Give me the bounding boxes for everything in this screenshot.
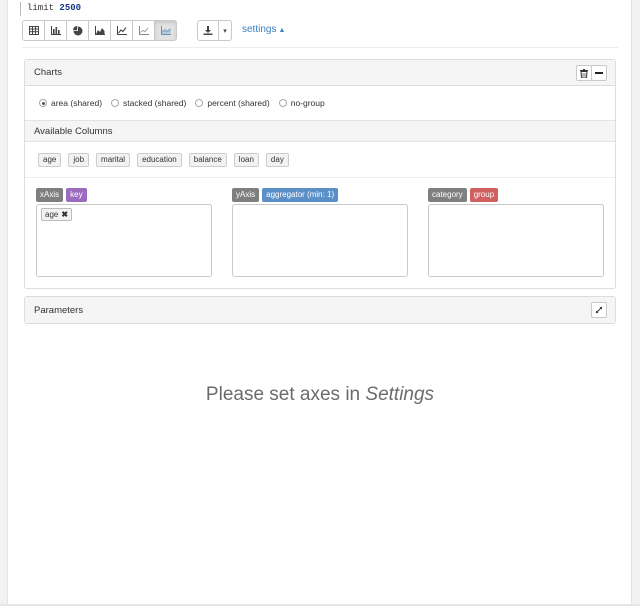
download-icon bbox=[203, 26, 213, 35]
query-number: 2500 bbox=[59, 3, 82, 13]
yaxis-label: yAxis bbox=[232, 188, 260, 202]
chevron-up-icon: ▲ bbox=[278, 27, 286, 34]
query-keyword: limit bbox=[27, 3, 55, 13]
parameters-panel-title: Parameters bbox=[34, 304, 84, 316]
category-labels: category group bbox=[428, 188, 604, 202]
charts-panel: Charts area (shared) stacked (shared) pe… bbox=[24, 59, 616, 289]
right-scrollbar[interactable] bbox=[631, 0, 640, 606]
stacked-area-chart-icon bbox=[160, 26, 171, 35]
area-shared-option[interactable]: area (shared) bbox=[39, 98, 102, 108]
xaxis-drop-zone[interactable]: age ✖ bbox=[36, 204, 212, 277]
scatter-chart-button[interactable] bbox=[132, 20, 155, 41]
category-group-badge: group bbox=[469, 188, 499, 202]
delete-chart-button[interactable] bbox=[576, 65, 592, 81]
empty-state-emphasis: Settings bbox=[365, 384, 435, 405]
download-dropdown-button[interactable]: ▾ bbox=[218, 20, 232, 41]
stacked-area-chart-button[interactable] bbox=[154, 20, 177, 41]
xaxis-section: xAxis key age ✖ bbox=[36, 188, 212, 277]
column-tag-job[interactable]: job bbox=[68, 152, 90, 167]
expand-parameters-button[interactable] bbox=[591, 302, 607, 318]
area-shared-radio[interactable] bbox=[39, 99, 47, 107]
download-button[interactable] bbox=[197, 20, 219, 41]
remove-icon[interactable]: ✖ bbox=[61, 209, 68, 220]
area-chart-button[interactable] bbox=[88, 20, 111, 41]
percent-shared-label: percent (shared) bbox=[207, 98, 270, 108]
available-columns-list: age job marital education balance loan d… bbox=[25, 142, 615, 178]
no-group-label: no-group bbox=[290, 98, 325, 108]
column-tag-balance[interactable]: balance bbox=[188, 152, 227, 167]
xaxis-key-badge: key bbox=[66, 188, 87, 202]
axis-configuration: xAxis key age ✖ yAxis aggregator (min: 1… bbox=[25, 178, 615, 290]
trash-icon bbox=[580, 68, 588, 78]
yaxis-aggregator-badge: aggregator (min: 1) bbox=[262, 188, 339, 202]
settings-label: settings bbox=[242, 24, 277, 35]
no-group-radio[interactable] bbox=[278, 99, 287, 107]
category-drop-zone[interactable] bbox=[428, 204, 604, 277]
settings-toggle-link[interactable]: settings ▲ bbox=[242, 24, 285, 35]
column-tag-loan[interactable]: loan bbox=[233, 152, 259, 167]
area-chart-icon bbox=[94, 26, 105, 35]
parameters-panel-heading: Parameters bbox=[25, 297, 615, 323]
available-columns-title: Available Columns bbox=[34, 125, 113, 137]
xaxis-label: xAxis bbox=[36, 188, 64, 202]
stacked-shared-label: stacked (shared) bbox=[123, 98, 187, 108]
xaxis-chip-age: age ✖ bbox=[41, 208, 73, 221]
pie-chart-button[interactable] bbox=[66, 20, 89, 41]
left-frame bbox=[0, 0, 8, 606]
divider bbox=[22, 47, 618, 48]
area-shared-label: area (shared) bbox=[51, 98, 103, 108]
table-icon bbox=[28, 26, 39, 35]
category-section: category group bbox=[428, 188, 604, 277]
table-view-button[interactable] bbox=[22, 20, 45, 41]
no-group-option[interactable]: no-group bbox=[278, 98, 325, 108]
scatter-chart-icon bbox=[138, 26, 149, 35]
yaxis-drop-zone[interactable] bbox=[232, 204, 408, 277]
expand-icon bbox=[595, 306, 603, 314]
bar-chart-icon bbox=[50, 26, 61, 35]
view-button-group bbox=[22, 20, 177, 41]
column-tag-marital[interactable]: marital bbox=[96, 152, 131, 167]
column-tag-age[interactable]: age bbox=[38, 152, 62, 167]
parameters-panel: Parameters bbox=[24, 296, 616, 324]
yaxis-labels: yAxis aggregator (min: 1) bbox=[232, 188, 408, 202]
minus-icon bbox=[595, 72, 603, 74]
stacked-shared-radio[interactable] bbox=[111, 99, 120, 107]
download-button-group: ▾ bbox=[197, 20, 232, 41]
empty-state-message: Please set axes in Settings bbox=[0, 384, 640, 406]
column-tag-education[interactable]: education bbox=[137, 152, 182, 167]
charts-panel-title: Charts bbox=[34, 67, 62, 78]
line-chart-button[interactable] bbox=[110, 20, 133, 41]
percent-shared-option[interactable]: percent (shared) bbox=[195, 98, 270, 108]
xaxis-chip-label: age bbox=[45, 210, 59, 219]
percent-shared-radio[interactable] bbox=[195, 99, 204, 107]
charts-panel-heading: Charts bbox=[25, 60, 615, 86]
chevron-down-icon: ▾ bbox=[223, 27, 227, 35]
bar-chart-button[interactable] bbox=[44, 20, 67, 41]
xaxis-labels: xAxis key bbox=[36, 188, 212, 202]
empty-state-prefix: Please set axes in bbox=[205, 384, 361, 405]
pie-chart-icon bbox=[72, 25, 82, 35]
query-code-line[interactable]: limit 2500 bbox=[20, 2, 81, 16]
line-chart-icon bbox=[116, 26, 127, 35]
category-label: category bbox=[428, 188, 467, 202]
available-columns-heading: Available Columns bbox=[25, 120, 615, 142]
collapse-panel-button[interactable] bbox=[591, 65, 607, 81]
column-tag-day[interactable]: day bbox=[265, 152, 289, 167]
chart-mode-options: area (shared) stacked (shared) percent (… bbox=[25, 86, 615, 120]
yaxis-section: yAxis aggregator (min: 1) bbox=[232, 188, 408, 277]
stacked-shared-option[interactable]: stacked (shared) bbox=[111, 98, 186, 108]
